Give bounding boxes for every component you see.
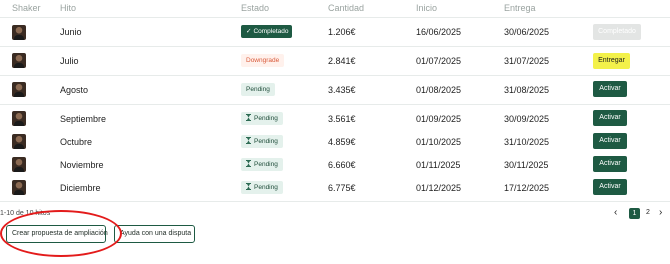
status-badge: Pending bbox=[241, 112, 283, 125]
row-inicio: 01/10/2025 bbox=[416, 137, 462, 147]
completed-button[interactable]: Completado bbox=[593, 24, 641, 40]
row-hito: Octubre bbox=[60, 137, 93, 147]
row-hito: Diciembre bbox=[60, 183, 101, 193]
table-row: Agosto Pending 3.435€ 01/08/2025 31/08/2… bbox=[0, 76, 670, 104]
row-cantidad: 6.660€ bbox=[328, 160, 356, 170]
chevron-left-icon[interactable]: ‹ bbox=[614, 207, 617, 218]
status-label: Pending bbox=[254, 138, 278, 145]
avatar bbox=[12, 180, 26, 195]
row-cantidad: 4.859€ bbox=[328, 137, 356, 147]
row-cantidad: 6.775€ bbox=[328, 183, 356, 193]
hourglass-icon bbox=[246, 183, 251, 190]
row-cantidad: 3.435€ bbox=[328, 85, 356, 95]
annotation-circle bbox=[0, 210, 122, 257]
status-badge: Pending bbox=[241, 83, 275, 96]
chevron-right-icon[interactable]: › bbox=[659, 207, 662, 218]
check-icon: ✓ bbox=[246, 28, 252, 35]
table-header: Shaker Hito Estado Cantidad Inicio Entre… bbox=[0, 3, 670, 17]
column-header-cantidad: Cantidad bbox=[328, 3, 365, 13]
status-label: Completado bbox=[253, 28, 289, 35]
table-row: Julio Downgrade 2.841€ 01/07/2025 31/07/… bbox=[0, 47, 670, 75]
row-inicio: 01/07/2025 bbox=[416, 56, 462, 66]
activar-button[interactable]: Activar bbox=[593, 110, 627, 126]
status-badge: Pending bbox=[241, 181, 283, 194]
row-hito: Junio bbox=[60, 27, 82, 37]
avatar bbox=[12, 111, 26, 126]
avatar bbox=[12, 25, 26, 40]
row-entrega: 31/08/2025 bbox=[504, 85, 550, 95]
activar-button[interactable]: Activar bbox=[593, 179, 627, 195]
status-badge: Pending bbox=[241, 158, 283, 171]
row-hito: Noviembre bbox=[60, 160, 104, 170]
status-label: Pending bbox=[254, 184, 278, 191]
row-inicio: 01/11/2025 bbox=[416, 160, 461, 170]
row-hito: Agosto bbox=[60, 85, 89, 95]
row-divider bbox=[0, 104, 670, 105]
page-1-button[interactable]: 1 bbox=[629, 208, 640, 219]
hourglass-icon bbox=[246, 114, 251, 121]
status-label: Pending bbox=[254, 161, 278, 168]
column-header-hito: Hito bbox=[60, 3, 77, 13]
table-row: Septiembre Pending 3.561€ 01/09/2025 30/… bbox=[0, 107, 670, 130]
table-bottom-divider bbox=[0, 201, 670, 202]
avatar bbox=[12, 157, 26, 172]
row-entrega: 30/11/2025 bbox=[504, 160, 549, 170]
status-badge: ✓ Completado bbox=[241, 25, 292, 38]
avatar bbox=[12, 134, 26, 149]
row-entrega: 30/06/2025 bbox=[504, 27, 550, 37]
status-badge: Pending bbox=[241, 135, 283, 148]
table-row: Diciembre Pending 6.775€ 01/12/2025 17/1… bbox=[0, 176, 670, 199]
column-header-entrega: Entrega bbox=[504, 3, 536, 13]
row-entrega: 31/10/2025 bbox=[504, 137, 550, 147]
row-cantidad: 2.841€ bbox=[328, 56, 356, 66]
ayuda-disputa-button[interactable]: Ayuda con una disputa bbox=[114, 225, 195, 243]
status-badge: Downgrade bbox=[241, 54, 285, 67]
row-entrega: 30/09/2025 bbox=[504, 114, 550, 124]
activar-button[interactable]: Activar bbox=[593, 133, 627, 149]
table-row: Noviembre Pending 6.660€ 01/11/2025 30/1… bbox=[0, 153, 670, 176]
row-hito: Septiembre bbox=[60, 114, 107, 124]
activar-button[interactable]: Activar bbox=[593, 81, 627, 97]
row-cantidad: 3.561€ bbox=[328, 114, 356, 124]
row-entrega: 17/12/2025 bbox=[504, 183, 550, 193]
table-row: Junio ✓ Completado 1.206€ 16/06/2025 30/0… bbox=[0, 18, 670, 46]
avatar bbox=[12, 82, 26, 97]
status-label: Pending bbox=[254, 115, 278, 122]
activar-button[interactable]: Activar bbox=[593, 156, 627, 172]
entregar-button[interactable]: Entregar bbox=[593, 53, 630, 69]
column-header-inicio: Inicio bbox=[416, 3, 438, 13]
column-header-shaker: Shaker bbox=[12, 3, 41, 13]
row-cantidad: 1.206€ bbox=[328, 27, 356, 37]
row-hito: Julio bbox=[60, 56, 79, 66]
avatar bbox=[12, 53, 26, 68]
row-entrega: 31/07/2025 bbox=[504, 56, 550, 66]
hourglass-icon bbox=[246, 137, 251, 144]
hourglass-icon bbox=[246, 160, 251, 167]
row-inicio: 01/12/2025 bbox=[416, 183, 462, 193]
column-header-estado: Estado bbox=[241, 3, 270, 13]
row-inicio: 16/06/2025 bbox=[416, 27, 462, 37]
table-row: Octubre Pending 4.859€ 01/10/2025 31/10/… bbox=[0, 130, 670, 153]
row-inicio: 01/08/2025 bbox=[416, 85, 462, 95]
page-2-button[interactable]: 2 bbox=[646, 209, 650, 216]
row-inicio: 01/09/2025 bbox=[416, 114, 462, 124]
